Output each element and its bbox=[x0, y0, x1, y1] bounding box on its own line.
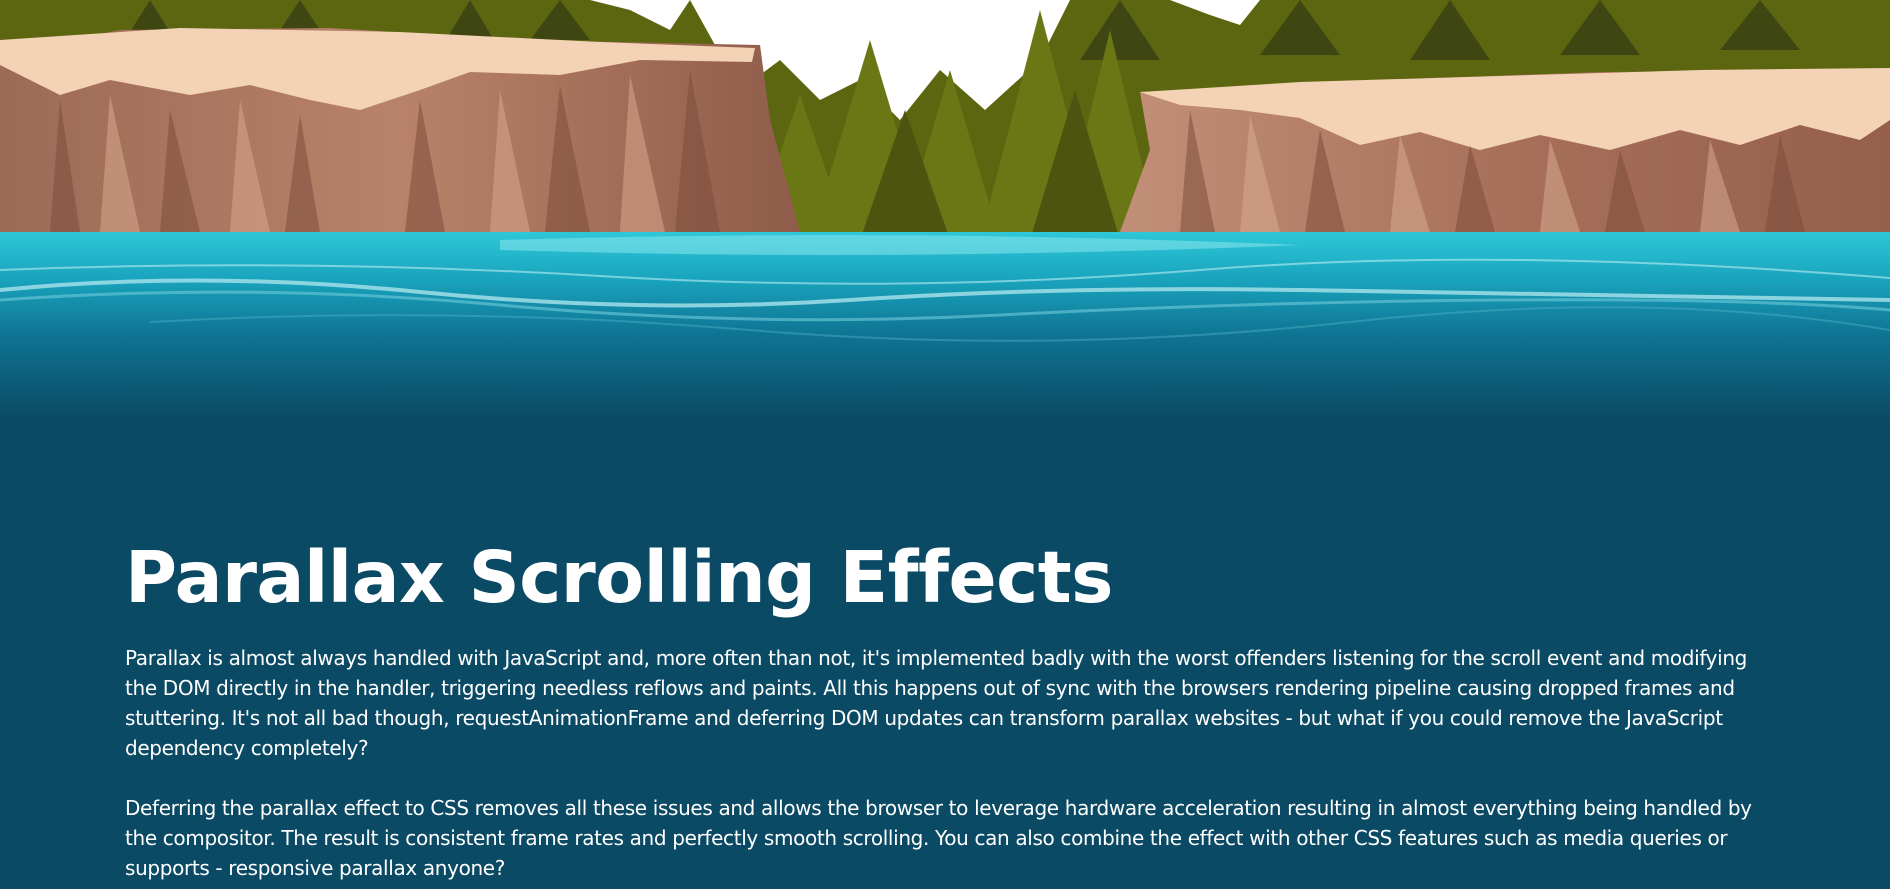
lake-water bbox=[0, 232, 1890, 420]
page-title: Parallax Scrolling Effects bbox=[125, 536, 1113, 619]
hero-illustration bbox=[0, 0, 1890, 420]
intro-paragraph-2: Deferring the parallax effect to CSS rem… bbox=[125, 796, 1752, 880]
intro-paragraph-1: Parallax is almost always handled with J… bbox=[125, 646, 1748, 760]
article-content: Parallax Scrolling Effects Parallax is a… bbox=[125, 535, 1785, 883]
